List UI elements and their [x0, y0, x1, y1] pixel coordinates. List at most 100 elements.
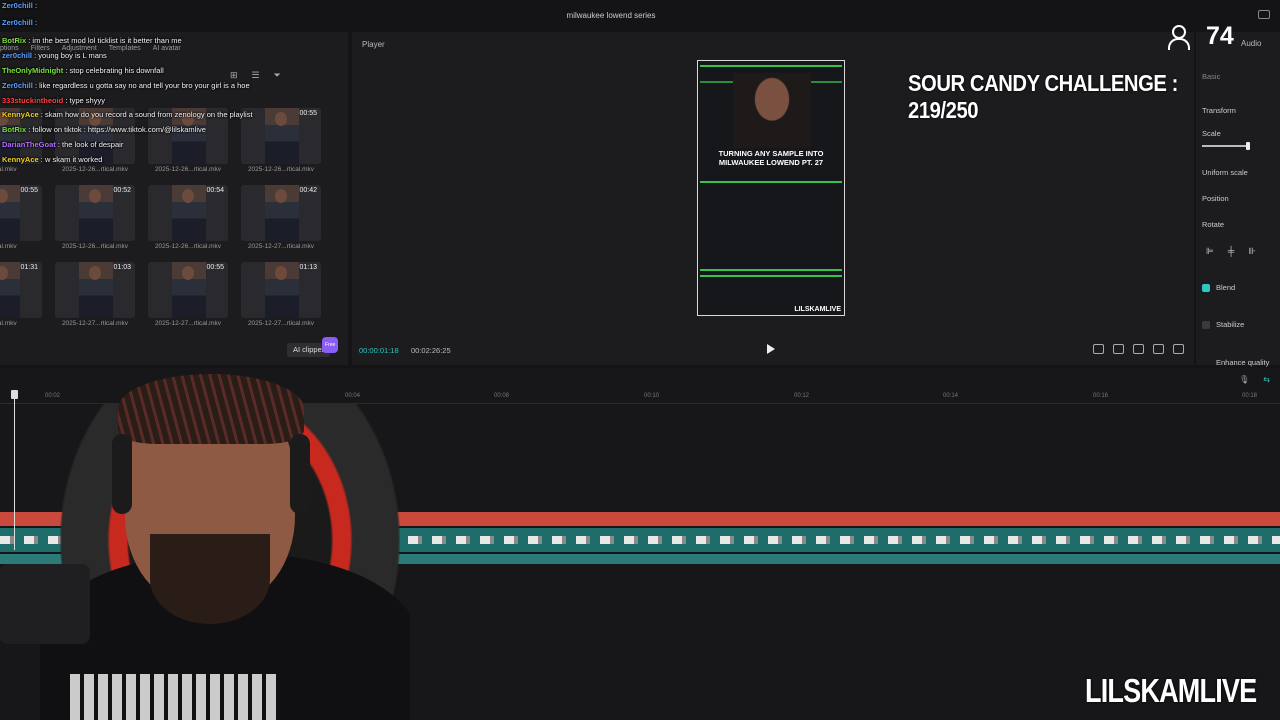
webcam-overlay — [0, 374, 410, 720]
headphones-left — [112, 434, 132, 514]
thumbnail-duration: 00:42 — [299, 187, 317, 194]
align-right-icon[interactable]: ⊪ — [1248, 246, 1256, 257]
viewer-count-number: 74 — [1206, 22, 1234, 50]
chat-message: Zer0chill : — [2, 1, 37, 10]
ai-clipper-button[interactable]: AI clipper Free — [287, 337, 339, 357]
media-thumbnail[interactable]: 00:55 — [148, 262, 228, 318]
thumbnail-duration: 00:55 — [299, 110, 317, 117]
preview-caption: TURNING ANY SAMPLE INTO MILWAUKEE LOWEND… — [718, 149, 824, 167]
link-icon[interactable]: ⇆ — [1263, 375, 1270, 384]
stabilize-label: Stabilize — [1216, 320, 1245, 329]
thumbnail-filename: 2025-12-27...rtical.mkv — [61, 320, 129, 327]
chat-message: Zer0chill : — [2, 18, 37, 27]
preview-face — [733, 73, 811, 148]
thumbnail-duration: 01:03 — [113, 264, 131, 271]
scale-label: Scale — [1202, 129, 1221, 138]
thumbnail-filename: 2025-12-26...rtical.mkv — [247, 166, 315, 173]
window-title: milwaukee lowend series — [566, 11, 656, 20]
align-center-icon[interactable]: ╪ — [1228, 246, 1234, 257]
media-thumbnail[interactable]: 01:13 — [241, 262, 321, 318]
play-icon[interactable] — [767, 344, 775, 354]
thumbnail-duration: 00:55 — [20, 187, 38, 194]
chat-message: zer0chill : young boy is L mans — [2, 51, 107, 60]
preview-daw-row — [700, 65, 842, 67]
media-tools: ⊞ ☰ ⏷ — [230, 70, 281, 81]
preview-daw-row — [700, 275, 842, 277]
align-left-icon[interactable]: ⊫ — [1206, 246, 1214, 257]
filter-icon[interactable]: ⏷ — [274, 70, 281, 81]
position-label: Position — [1202, 194, 1229, 203]
ruler-tick-label: 00:08 — [494, 393, 510, 399]
beard — [150, 534, 270, 624]
ruler-tick-label: 00:14 — [943, 393, 959, 399]
chat-message: Zer0chill : like regardless u gotta say … — [2, 81, 250, 90]
brand-overlay: LILSKAMLIVE — [1085, 672, 1257, 709]
title-bar: milwaukee lowend series — [0, 0, 1280, 32]
thumbnail-filename: 2025-12-26...rtical.mkv — [61, 166, 129, 173]
tab-audio[interactable]: Audio — [1241, 39, 1261, 48]
total-time: 00:02:26:25 — [411, 346, 451, 355]
ruler-tick-label: 00:16 — [1093, 393, 1109, 399]
media-thumbnail[interactable]: 00:55 — [241, 108, 321, 164]
video-preview[interactable]: TURNING ANY SAMPLE INTO MILWAUKEE LOWEND… — [697, 60, 845, 316]
thumbnail-duration: 00:52 — [113, 187, 131, 194]
thumbnail-image — [79, 185, 113, 241]
headphones-right — [290, 434, 310, 514]
timeline-tools: 🎙 ⇆ — [1239, 375, 1270, 384]
stabilize-checkbox[interactable] — [1202, 321, 1210, 329]
chat-message: KennyAce : w skam it worked — [2, 155, 102, 164]
crop-icon[interactable] — [1133, 344, 1144, 354]
media-thumbnail[interactable]: 01:03 — [55, 262, 135, 318]
chat-username: TheOnlyMidnight — [2, 66, 64, 75]
microphone-icon[interactable]: 🎙 — [1239, 375, 1249, 384]
thumbnail-filename: 2025-12-26...rtical.mkv — [154, 243, 222, 250]
window-layout-icon[interactable] — [1258, 10, 1270, 19]
free-badge: Free — [321, 337, 339, 353]
viewer-count: 74 — [1168, 22, 1234, 51]
media-thumbnail[interactable]: 00:55 — [0, 185, 42, 241]
list-view-icon[interactable]: ☰ — [252, 70, 260, 81]
media-thumbnail[interactable]: 00:54 — [148, 185, 228, 241]
ruler-tick-label: 00:10 — [644, 393, 660, 399]
thumbnail-duration: 01:31 — [20, 264, 38, 271]
scale-slider[interactable] — [1202, 142, 1250, 150]
tab-templates[interactable]: Templates — [109, 45, 141, 57]
blend-checkbox[interactable] — [1202, 284, 1210, 292]
thumbnail-image — [0, 185, 20, 241]
media-thumbnail[interactable]: 01:31 — [0, 262, 42, 318]
chat-text: : type shyyy — [65, 96, 105, 105]
microphone — [0, 564, 90, 644]
rotate-label: Rotate — [1202, 220, 1225, 229]
current-time: 00:00:01:18 — [359, 346, 399, 355]
chat-message: TheOnlyMidnight : stop celebrating his d… — [2, 66, 164, 75]
thumbnail-image — [0, 262, 20, 318]
media-thumbnail[interactable]: 00:42 — [241, 185, 321, 241]
blend-label: Blend — [1216, 283, 1236, 292]
chat-username: KennyAce — [2, 110, 39, 119]
snapshot-icon[interactable] — [1113, 344, 1124, 354]
thumbnail-filename: 2025-12-26...rtical.mkv — [61, 243, 129, 250]
enhance-quality-label: Enhance quality — [1216, 358, 1270, 367]
thumbnail-image — [172, 185, 206, 241]
chat-text: : — [34, 1, 38, 10]
chat-username: KennyAce — [2, 155, 39, 164]
chat-username: BotRix — [2, 36, 27, 45]
thumbnail-filename: 2025-12-27...rtical.mkv — [247, 320, 315, 327]
align-buttons: ⊫ ╪ ⊪ — [1206, 246, 1256, 257]
grid-view-icon[interactable]: ⊞ — [230, 70, 238, 81]
chat-text: : w skam it worked — [40, 155, 103, 164]
chat-username: 333stuckintheoid — [2, 96, 64, 105]
chat-message: 333stuckintheoid : type shyyy — [2, 96, 105, 105]
ai-clipper-label: AI clipper — [293, 345, 325, 354]
chat-text: : follow on tiktok : https://www.tiktok.… — [28, 125, 206, 134]
thumbnail-filename: 2025-12-27...rtical.mkv — [154, 320, 222, 327]
chat-text: : the look of despair — [57, 140, 124, 149]
ratio-icon[interactable] — [1093, 344, 1104, 354]
aspect-icon[interactable] — [1153, 344, 1164, 354]
chat-message: BotRix : im the best mod lol ticklist is… — [2, 36, 182, 45]
chat-text: : like regardless u gotta say no and tel… — [34, 81, 250, 90]
media-thumbnail[interactable]: 00:52 — [55, 185, 135, 241]
tab-ai-avatar[interactable]: AI avatar — [153, 45, 181, 57]
fullscreen-icon[interactable] — [1173, 344, 1184, 354]
chat-username: BotRix — [2, 125, 27, 134]
